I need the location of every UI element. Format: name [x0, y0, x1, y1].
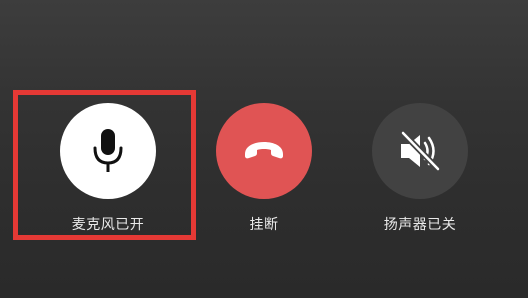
- microphone-icon: [93, 129, 123, 172]
- microphone-button[interactable]: [60, 103, 156, 199]
- speaker-button[interactable]: [372, 103, 468, 199]
- hangup-label: 挂断: [249, 217, 279, 233]
- speaker-muted-icon: [400, 130, 441, 172]
- hangup-control[interactable]: 挂断: [194, 103, 334, 253]
- speaker-label: 扬声器已关: [383, 217, 457, 233]
- speaker-control[interactable]: 扬声器已关: [350, 103, 490, 253]
- phone-hangup-icon: [245, 142, 283, 159]
- microphone-label: 麦克风已开: [71, 217, 145, 233]
- microphone-control[interactable]: 麦克风已开: [38, 103, 178, 253]
- call-controls: 麦克风已开 挂断 扬声器已关: [0, 0, 528, 298]
- hangup-button[interactable]: [216, 103, 312, 199]
